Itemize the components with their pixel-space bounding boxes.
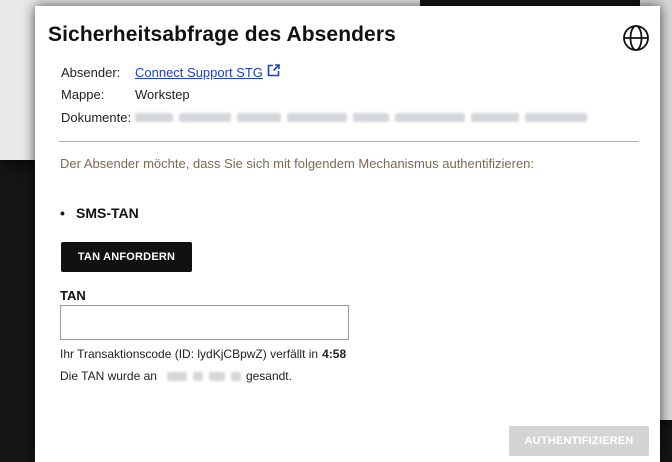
documents-row: Dokumente: (61, 110, 587, 125)
auth-method-item: • SMS-TAN (60, 205, 139, 221)
tan-input[interactable] (60, 305, 349, 340)
request-tan-button[interactable]: TAN ANFORDERN (61, 242, 192, 272)
bullet-icon: • (60, 205, 65, 221)
sender-name: Connect Support STG (135, 64, 263, 80)
sender-security-dialog: Sicherheitsabfrage des Absenders Absende… (35, 6, 660, 462)
folder-label: Mappe: (61, 87, 105, 102)
folder-row: Mappe: Workstep (61, 87, 190, 102)
redacted-phone-number (166, 371, 241, 381)
sender-link[interactable]: Connect Support STG (135, 65, 263, 80)
tan-label: TAN (60, 288, 86, 303)
transaction-text: Ihr Transaktionscode (ID: lydKjCBpwZ) ve… (60, 347, 319, 361)
sender-row: Absender: Connect Support STG (61, 64, 280, 80)
dialog-title: Sicherheitsabfrage des Absenders (48, 23, 396, 46)
tan-sent-prefix: Die TAN wurde an (60, 369, 157, 383)
sender-label: Absender: (61, 64, 121, 80)
redacted-documents (135, 113, 587, 122)
auth-method-label: SMS-TAN (76, 205, 139, 221)
globe-icon[interactable] (621, 23, 651, 53)
tan-sent-info: Die TAN wurde an gesandt. (60, 369, 292, 383)
transaction-info: Ihr Transaktionscode (ID: lydKjCBpwZ) ve… (60, 347, 346, 361)
documents-label: Dokumente: (61, 110, 132, 125)
mechanism-note: Der Absender möchte, dass Sie sich mit f… (60, 156, 535, 171)
authenticate-button[interactable]: AUTHENTIFIZIEREN (509, 426, 649, 456)
folder-value: Workstep (135, 87, 190, 102)
external-link-icon[interactable] (267, 64, 280, 80)
countdown-timer: 4:58 (322, 347, 347, 361)
tan-sent-suffix: gesandt. (245, 369, 292, 383)
section-divider (59, 141, 639, 142)
